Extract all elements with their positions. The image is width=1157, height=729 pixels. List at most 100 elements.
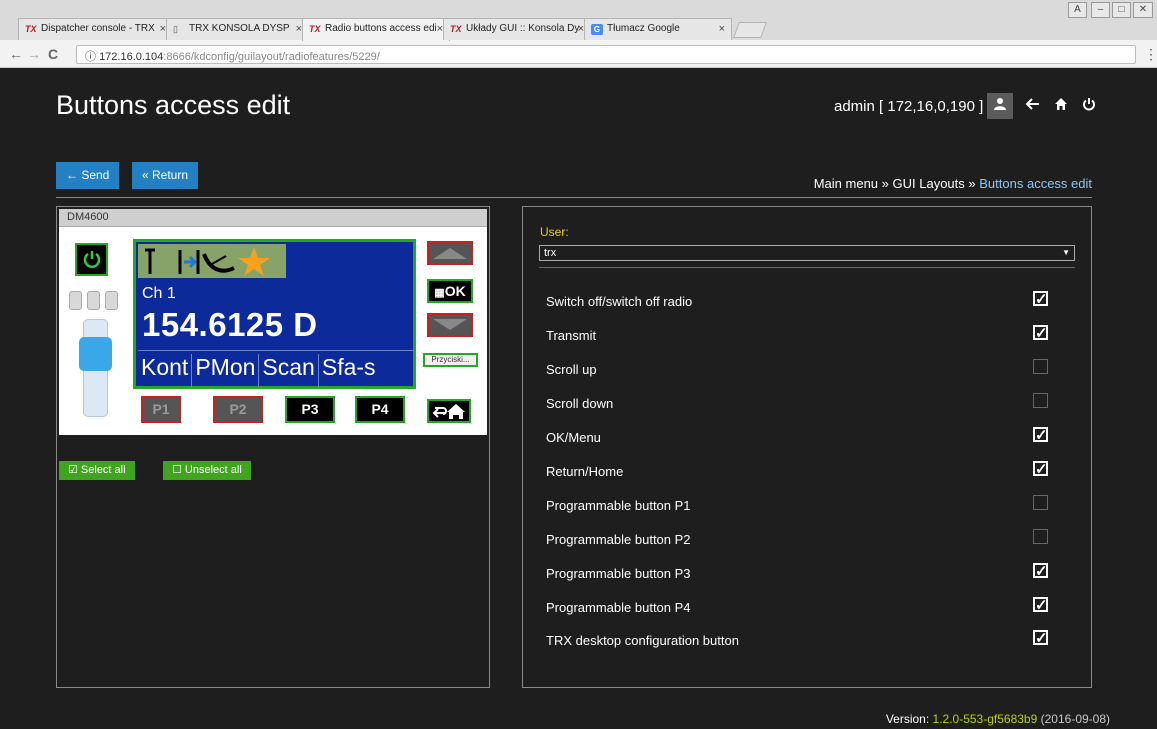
softkey-row: Kont PMon Scan Sfa-s: [138, 354, 414, 388]
google-translate-icon: G: [591, 24, 603, 35]
reload-icon[interactable]: C: [48, 46, 58, 62]
p1-button[interactable]: P1: [141, 396, 181, 423]
scroll-up-button[interactable]: [427, 241, 473, 265]
return-home-button[interactable]: [427, 399, 471, 423]
close-tab-icon[interactable]: ×: [719, 23, 725, 35]
close-window-button[interactable]: ✕: [1133, 2, 1153, 18]
select-all-button[interactable]: ☑ Select all: [59, 461, 135, 480]
permission-label: Programmable button P2: [546, 532, 691, 547]
minimize-button[interactable]: –: [1091, 2, 1110, 18]
user-select[interactable]: trx ▼: [539, 245, 1075, 261]
tab-uklady-gui[interactable]: TX Układy GUI :: Konsola Dy ×: [443, 18, 591, 40]
app-page: Buttons access edit admin [ 172,16,0,190…: [8, 68, 1157, 729]
permission-row: Programmable button P1: [546, 494, 1076, 516]
forward-icon[interactable]: →: [27, 46, 41, 62]
permission-label: Programmable button P4: [546, 600, 691, 615]
softkey-sfa-s[interactable]: Sfa-s: [319, 354, 379, 388]
softkey-scan[interactable]: Scan: [259, 354, 319, 388]
breadcrumb-gui-layouts[interactable]: GUI Layouts: [893, 176, 965, 191]
softkey-pmon[interactable]: PMon: [192, 354, 260, 388]
version-date: (2016-09-08): [1040, 712, 1110, 726]
back-icon[interactable]: ←: [9, 46, 23, 62]
permission-checkbox[interactable]: ✓: [1033, 630, 1048, 646]
site-info-icon[interactable]: ⓘ: [85, 51, 96, 63]
softkey-kont[interactable]: Kont: [138, 354, 193, 388]
ok-menu-button[interactable]: ▦OK: [427, 279, 473, 303]
dropdown-caret-icon: ▼: [1062, 248, 1070, 257]
przyciski-button[interactable]: Przyciski...: [423, 353, 478, 367]
tab-radio-buttons-access[interactable]: TX Radio buttons access edi ×: [302, 18, 450, 41]
page-title: Buttons access edit: [56, 90, 291, 120]
breadcrumb-separator: »: [968, 176, 976, 191]
antenna-icon: [145, 248, 155, 274]
permission-row: OK/Menu ✓: [546, 426, 1076, 448]
unselect-all-button[interactable]: ☐ Unselect all: [163, 461, 251, 480]
knob-3: [105, 291, 118, 310]
tab-label: Tłumacz Google: [607, 23, 680, 34]
permission-checkbox[interactable]: ✓: [1033, 597, 1048, 613]
permission-checkbox[interactable]: ✓: [1033, 427, 1048, 443]
permission-label: TRX desktop configuration button: [546, 633, 739, 648]
return-arrow-icon: [432, 407, 447, 418]
tab-label: Dispatcher console - TRX: [41, 23, 155, 34]
permission-checkbox[interactable]: [1033, 393, 1048, 408]
knob-1: [69, 291, 82, 310]
tab-dispatcher-console[interactable]: TX Dispatcher console - TRX ×: [18, 18, 173, 40]
grid-icon: ▦: [434, 287, 445, 299]
volume-slider-thumb[interactable]: [79, 337, 112, 371]
logout-power-icon[interactable]: [1076, 93, 1102, 119]
trx-logo-icon: TX: [450, 24, 462, 34]
permission-row: Scroll up: [546, 358, 1076, 380]
breadcrumb-current: Buttons access edit: [979, 176, 1092, 191]
browser-chrome: TX Dispatcher console - TRX × ▯ TRX KONS…: [0, 0, 1157, 68]
version-number: 1.2.0-553-gf5683b9: [932, 712, 1038, 726]
user-field-label: User:: [540, 225, 569, 239]
tab-tlumacz-google[interactable]: G Tłumacz Google ×: [584, 18, 732, 40]
breadcrumb-separator: »: [881, 176, 889, 191]
permission-checkbox[interactable]: ✓: [1033, 461, 1048, 477]
permission-label: Transmit: [546, 328, 597, 343]
permissions-panel: User: trx ▼ Switch off/switch off radio ✓…: [522, 206, 1092, 688]
url-host: 172.16.0.104: [99, 51, 164, 63]
permission-row: Programmable button P3 ✓: [546, 562, 1076, 584]
status-icons-bar: [138, 244, 286, 278]
home-icon: [447, 404, 465, 419]
power-button[interactable]: [75, 243, 108, 276]
ok-label: OK: [444, 283, 466, 299]
permission-checkbox[interactable]: ✓: [1033, 563, 1048, 579]
display-separator: [138, 350, 414, 351]
p3-button[interactable]: P3: [285, 396, 335, 423]
permission-row: Programmable button P4 ✓: [546, 596, 1076, 618]
permission-row: Programmable button P2: [546, 528, 1076, 550]
favorite-star-icon: [238, 247, 270, 276]
new-tab-button[interactable]: [733, 22, 767, 38]
breadcrumb-main-menu[interactable]: Main menu: [814, 176, 878, 191]
header-divider: [56, 197, 1092, 198]
permission-label: OK/Menu: [546, 430, 601, 445]
permission-checkbox[interactable]: [1033, 495, 1048, 510]
trx-logo-icon: TX: [25, 24, 37, 34]
scroll-down-button[interactable]: [427, 313, 473, 337]
browser-menu-icon[interactable]: ⋮: [1144, 46, 1157, 63]
p4-button[interactable]: P4: [355, 396, 405, 423]
permission-label: Return/Home: [546, 464, 624, 479]
permission-checkbox[interactable]: ✓: [1033, 291, 1048, 307]
back-arrow-icon[interactable]: [1020, 93, 1046, 119]
permission-checkbox[interactable]: ✓: [1033, 325, 1048, 341]
permission-row: Return/Home ✓: [546, 460, 1076, 482]
permission-row: TRX desktop configuration button ✓: [546, 629, 1076, 651]
profile-icon[interactable]: A: [1068, 2, 1087, 18]
tab-trx-konsola[interactable]: ▯ TRX KONSOLA DYSP ×: [166, 18, 309, 40]
permission-label: Scroll down: [546, 396, 614, 411]
user-icon[interactable]: [987, 93, 1013, 119]
radio-preview-panel: DM4600 Ch 1 154.6125 D Kont PMon Scan Sf…: [56, 206, 490, 688]
tab-label: Układy GUI :: Konsola Dy: [466, 23, 580, 34]
home-icon[interactable]: [1048, 93, 1074, 119]
permission-label: Programmable button P1: [546, 498, 691, 513]
maximize-button[interactable]: □: [1112, 2, 1131, 18]
permission-checkbox[interactable]: [1033, 529, 1048, 544]
url-field[interactable]: ⓘ 172.16.0.104:8666/kdconfig/guilayout/r…: [76, 45, 1136, 64]
permission-checkbox[interactable]: [1033, 359, 1048, 374]
p2-button[interactable]: P2: [213, 396, 263, 423]
select-underline: [539, 267, 1075, 268]
